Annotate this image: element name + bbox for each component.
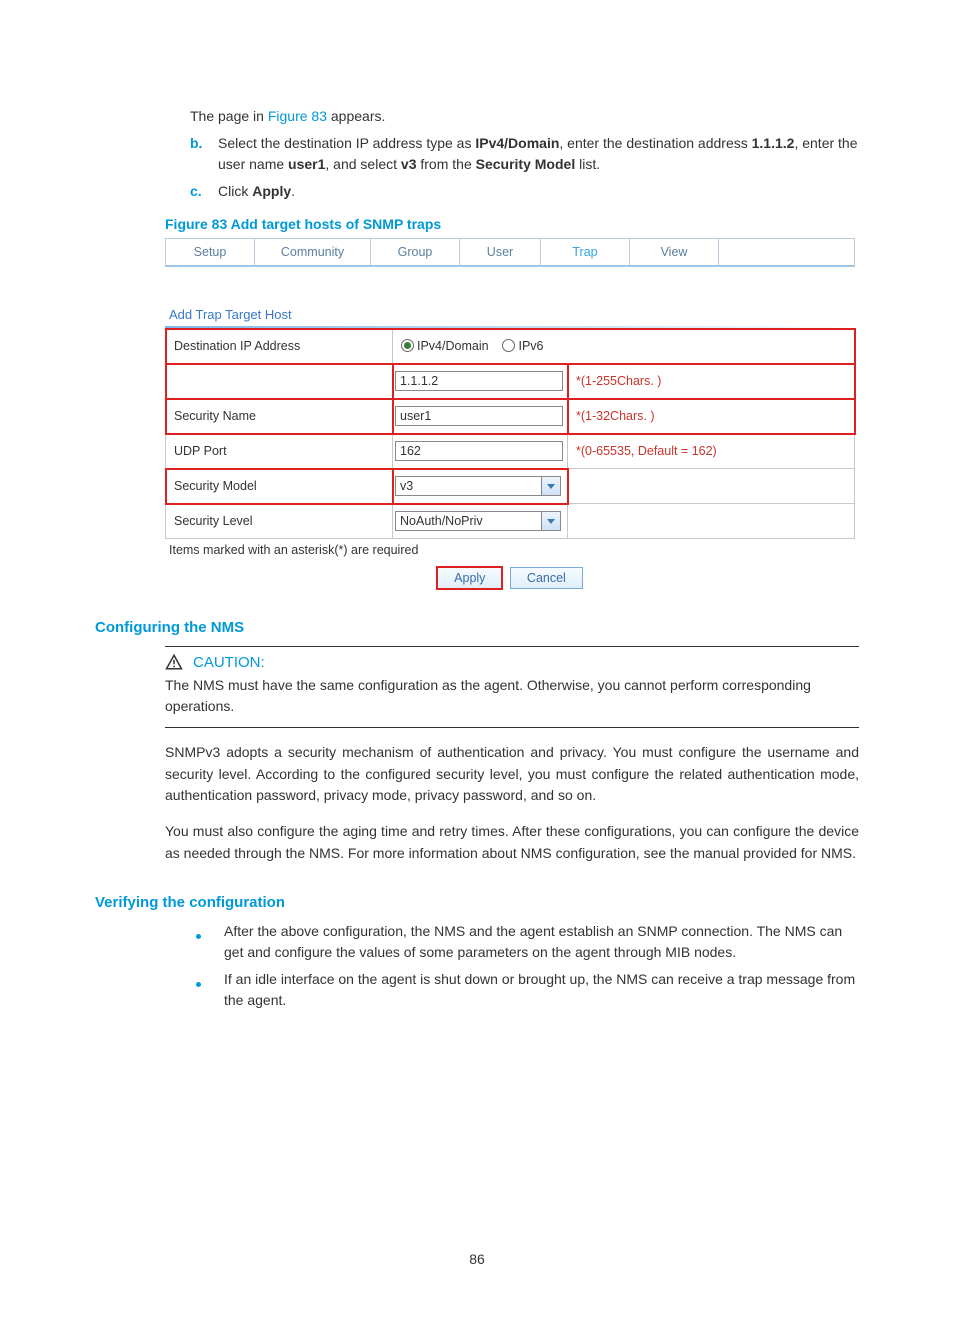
hint-destination-address: *(1-255Chars. ) <box>568 364 855 399</box>
select-security-model[interactable]: v3 <box>395 476 561 496</box>
step-b: b. Select the destination IP address typ… <box>190 133 859 175</box>
label-security-name: Security Name <box>166 399 393 434</box>
tab-community[interactable]: Community <box>255 239 371 265</box>
heading-verifying: Verifying the configuration <box>95 894 859 911</box>
input-security-name[interactable] <box>395 406 563 426</box>
form-title: Add Trap Target Host <box>165 307 855 322</box>
label-udp-port: UDP Port <box>166 434 393 469</box>
label-security-level: Security Level <box>166 504 393 539</box>
radio-ipv4[interactable]: IPv4/Domain <box>401 339 489 353</box>
paragraph-snmpv3: SNMPv3 adopts a security mechanism of au… <box>165 742 859 807</box>
label-security-model: Security Model <box>166 469 393 504</box>
hint-security-name: *(1-32Chars. ) <box>568 399 855 434</box>
input-udp-port[interactable] <box>395 441 563 461</box>
paragraph-aging: You must also configure the aging time a… <box>165 821 859 864</box>
tab-bar: SetupCommunityGroupUserTrapView <box>165 238 855 267</box>
snmp-trap-form-screenshot: SetupCommunityGroupUserTrapView Add Trap… <box>165 238 855 589</box>
radio-ipv6[interactable]: IPv6 <box>502 339 543 353</box>
input-destination-address[interactable] <box>395 371 563 391</box>
figure-caption: Figure 83 Add target hosts of SNMP traps <box>165 216 859 232</box>
step-c: c. Click Apply. <box>190 181 859 202</box>
caution-text: The NMS must have the same configuration… <box>165 675 859 717</box>
heading-configuring-nms: Configuring the NMS <box>95 619 859 636</box>
tab-group[interactable]: Group <box>371 239 460 265</box>
label-destination-ip: Destination IP Address <box>166 329 393 364</box>
chevron-down-icon <box>541 511 561 531</box>
cancel-button[interactable]: Cancel <box>510 567 583 589</box>
required-note: Items marked with an asterisk(*) are req… <box>165 539 855 557</box>
bullet-icon <box>196 982 201 987</box>
bullet-2: If an idle interface on the agent is shu… <box>190 969 859 1011</box>
tab-trap[interactable]: Trap <box>541 239 630 265</box>
caution-triangle-icon <box>165 653 183 671</box>
tab-view[interactable]: View <box>630 239 719 265</box>
radio-dot-checked-icon <box>401 339 414 352</box>
radio-group-ip-type: IPv4/Domain IPv6 <box>393 329 855 364</box>
caution-label: CAUTION: <box>193 654 265 671</box>
select-security-level[interactable]: NoAuth/NoPriv <box>395 511 561 531</box>
figure-link[interactable]: Figure 83 <box>268 108 327 124</box>
caution-box: CAUTION: The NMS must have the same conf… <box>165 646 859 728</box>
bullet-icon <box>196 934 201 939</box>
hint-udp-port: *(0-65535, Default = 162) <box>568 434 855 469</box>
apply-button[interactable]: Apply <box>437 567 502 589</box>
chevron-down-icon <box>541 476 561 496</box>
tab-setup[interactable]: Setup <box>166 239 255 265</box>
bullet-1: After the above configuration, the NMS a… <box>190 921 859 963</box>
radio-dot-icon <box>502 339 515 352</box>
tab-user[interactable]: User <box>460 239 541 265</box>
form-table: Destination IP Address IPv4/Domain IPv6 … <box>165 328 855 539</box>
page-number: 86 <box>95 1251 859 1267</box>
intro-line: The page in Figure 83 appears. <box>190 106 859 127</box>
